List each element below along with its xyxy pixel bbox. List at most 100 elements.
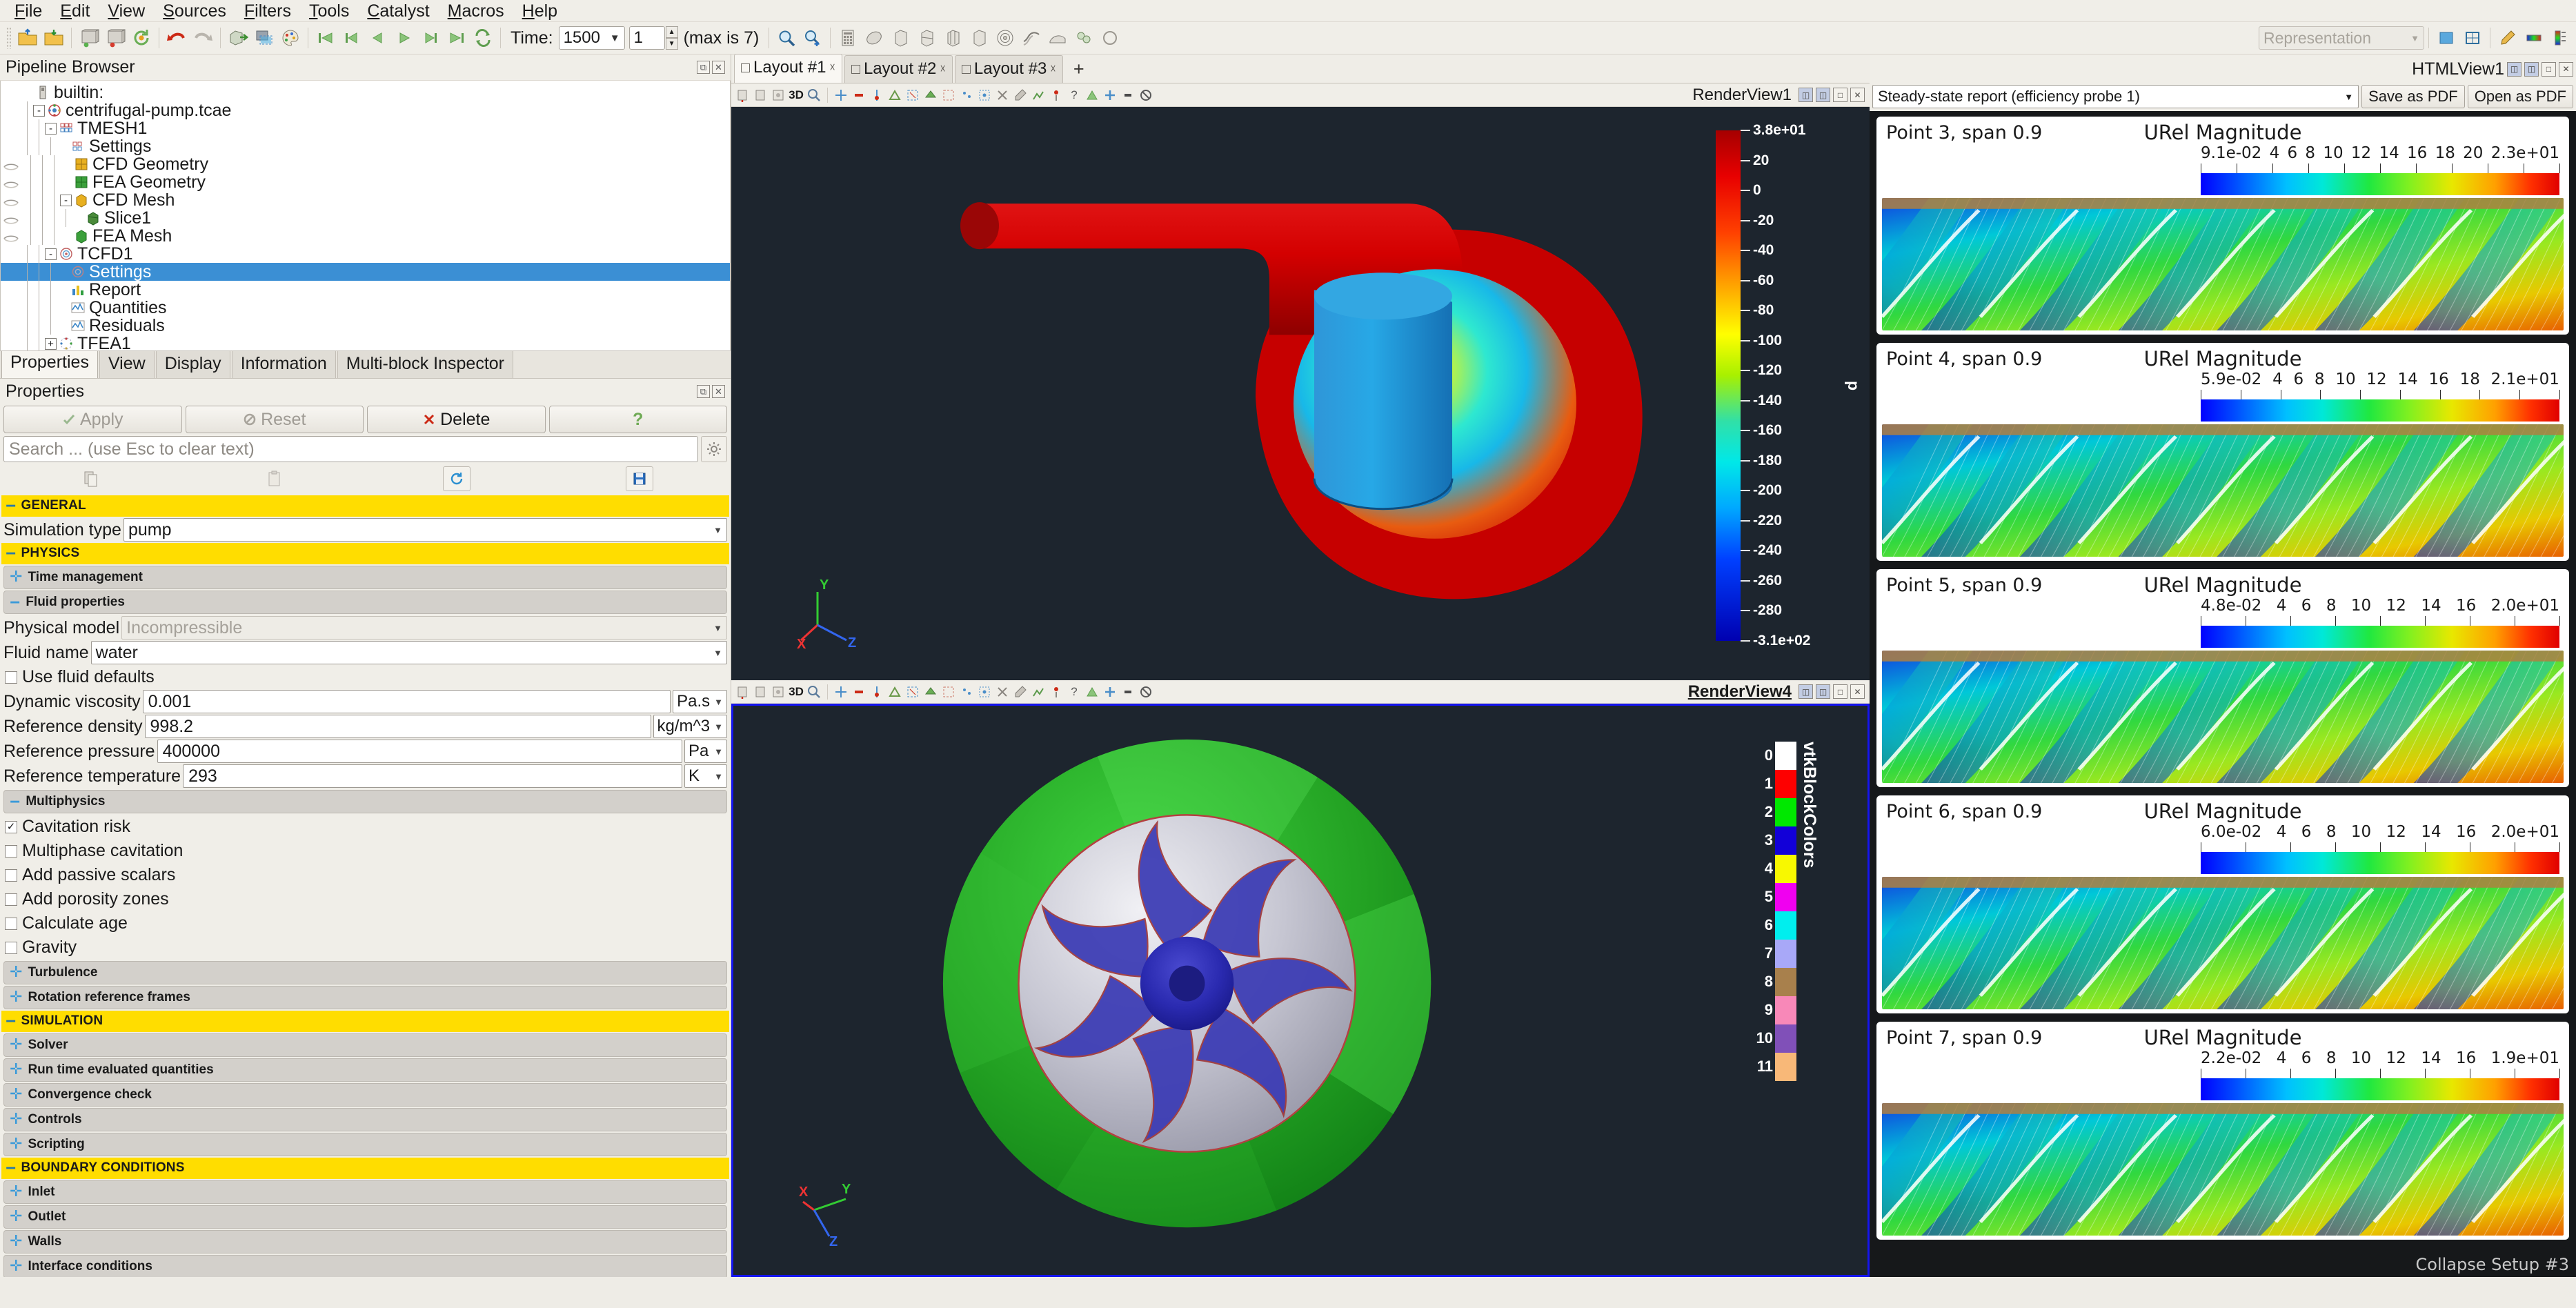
expand-icon[interactable]: ✛ <box>10 965 22 981</box>
subsection-turbulence[interactable]: ✛ Turbulence <box>3 961 727 984</box>
visibility-toggle[interactable] <box>3 157 21 172</box>
contour-icon[interactable] <box>992 25 1018 51</box>
pipeline-item-residuals[interactable]: Residuals <box>1 316 730 335</box>
center-axes-icon[interactable] <box>832 683 850 701</box>
pipeline-item-tmesh1[interactable]: - TMESH1 <box>1 119 730 138</box>
frame-spin-arrows[interactable]: ▲ ▼ <box>665 26 678 50</box>
group-datasets-icon[interactable] <box>1071 25 1097 51</box>
pressure-color-legend[interactable]: 3.8e+01 20 0 -20 -40 -60 -80 -100 -120 -140 -160 -1… <box>1716 122 1863 648</box>
close-icon[interactable]: ☓ <box>940 62 946 76</box>
disconnect-server-icon[interactable] <box>102 25 128 51</box>
screenshot-icon[interactable] <box>251 25 277 51</box>
maximize-view-icon[interactable]: □ <box>2542 61 2556 77</box>
time-combo[interactable]: 1500 ▼ <box>558 26 625 50</box>
maximize-view-icon[interactable]: □ <box>1833 88 1847 102</box>
simulation-type-combo[interactable]: pump ▼ <box>123 518 727 542</box>
add-layout-button[interactable]: + <box>1065 59 1093 83</box>
layout-tab-layout-2[interactable]: Layout #2 ☓ <box>844 55 953 83</box>
collapse-icon[interactable]: ‒ <box>10 595 20 611</box>
camera-reset-icon[interactable] <box>733 683 751 701</box>
undo-icon[interactable] <box>164 25 190 51</box>
shrink-selection-icon[interactable] <box>1119 683 1137 701</box>
checkbox-row-use-fluid-defaults[interactable]: Use fluid defaults <box>1 665 729 689</box>
pipeline-browser[interactable]: builtin: - centrifugal-pump.tcae - TMESH1 Set… <box>0 81 731 351</box>
loop-icon[interactable] <box>470 25 496 51</box>
next-frame-icon[interactable] <box>417 25 444 51</box>
menu-help[interactable]: Help <box>513 0 566 22</box>
split-horizontal-icon[interactable]: ◫ <box>1799 684 1813 699</box>
extract-subset-icon[interactable] <box>966 25 992 51</box>
collapse-toggle-icon[interactable]: ‒ <box>6 498 17 514</box>
split-vertical-icon[interactable]: ◫ <box>1816 88 1830 102</box>
expand-icon[interactable]: ✛ <box>10 1087 22 1103</box>
clear-selection-icon[interactable] <box>993 86 1011 104</box>
delete-button[interactable]: Delete <box>367 406 546 433</box>
visibility-toggle[interactable] <box>3 210 21 226</box>
first-frame-icon[interactable] <box>313 25 339 51</box>
menu-filters[interactable]: Filters <box>235 0 300 22</box>
checkbox-row-add-passive-scalars[interactable]: Add passive scalars <box>1 863 729 887</box>
menu-sources[interactable]: Sources <box>154 0 235 22</box>
camera-reset-icon[interactable] <box>733 86 751 104</box>
subsection-outlet[interactable]: ✛ Outlet <box>3 1205 727 1229</box>
split-horizontal-icon[interactable]: ◫ <box>2507 61 2521 77</box>
pipeline-item-settings[interactable]: Settings <box>1 262 730 281</box>
expand-icon[interactable]: ✛ <box>10 570 22 586</box>
close-view-icon[interactable]: ✕ <box>1850 684 1865 699</box>
expand-icon[interactable]: ✛ <box>10 1209 22 1225</box>
warp-icon[interactable] <box>1044 25 1071 51</box>
fluid-name-combo[interactable]: water ▼ <box>90 641 727 664</box>
split-vertical-icon[interactable]: ◫ <box>2524 61 2539 77</box>
show-center-icon[interactable] <box>850 683 868 701</box>
select-block-icon[interactable] <box>940 683 958 701</box>
checkbox-row-cavitation-risk[interactable]: ✓ Cavitation risk <box>1 815 729 839</box>
show-color-legend-icon[interactable] <box>2547 25 2573 51</box>
checkbox-row-gravity[interactable]: Gravity <box>1 935 729 960</box>
pipeline-item-centrifugal-pump-tcae[interactable]: - centrifugal-pump.tcae <box>1 101 730 120</box>
properties-search-input[interactable]: Search ... (use Esc to clear text) <box>3 436 698 462</box>
pipeline-item-fea-geometry[interactable]: FEA Geometry <box>1 172 730 192</box>
subsection-run-time-evaluated-quantities[interactable]: ✛ Run time evaluated quantities <box>3 1058 727 1082</box>
section-header-physics[interactable]: ‒ PHYSICS <box>1 543 729 564</box>
subsection-convergence-check[interactable]: ✛ Convergence check <box>3 1083 727 1107</box>
layout-tab-layout-3[interactable]: Layout #3 ☓ <box>954 55 1063 83</box>
collapse-toggle-icon[interactable]: ‒ <box>6 1013 17 1029</box>
play-backward-icon[interactable] <box>365 25 391 51</box>
surface-repr-icon[interactable] <box>2433 25 2459 51</box>
find-data-icon[interactable] <box>1047 86 1065 104</box>
interactive-select-icon[interactable] <box>975 683 993 701</box>
subsection-scripting[interactable]: ✛ Scripting <box>3 1133 727 1156</box>
last-frame-icon[interactable] <box>444 25 470 51</box>
apply-button[interactable]: Apply <box>3 406 182 433</box>
pipeline-item-cfd-mesh[interactable]: - CFD Mesh <box>1 190 730 210</box>
tab-properties[interactable]: Properties <box>1 348 98 378</box>
color-palette-icon[interactable] <box>277 25 304 51</box>
close-dock-icon[interactable]: ✕ <box>712 385 725 398</box>
save-as-defaults-icon[interactable] <box>625 466 653 491</box>
center-axes-icon[interactable] <box>832 86 850 104</box>
menu-catalyst[interactable]: Catalyst <box>358 0 438 22</box>
help-view-icon[interactable]: ? <box>1065 683 1083 701</box>
find-data-icon[interactable] <box>1047 683 1065 701</box>
collapse-icon[interactable]: ‒ <box>10 794 20 810</box>
pipeline-item-tcfd1[interactable]: - TCFD1 <box>1 244 730 264</box>
close-dock-icon[interactable]: ✕ <box>712 61 725 74</box>
reference-temperature-unit-select[interactable]: K ▼ <box>684 764 727 788</box>
cavitation-risk-checkbox[interactable]: ✓ <box>5 820 17 833</box>
paste-properties-icon[interactable] <box>260 466 288 491</box>
subsection-multiphysics[interactable]: ‒ Multiphysics <box>3 790 727 813</box>
edit-selection-icon[interactable] <box>1011 683 1029 701</box>
plot-selection-icon[interactable] <box>1029 683 1047 701</box>
collapse-toggle-icon[interactable]: ‒ <box>6 546 17 562</box>
restore-defaults-icon[interactable] <box>442 466 470 491</box>
frame-spinbox[interactable]: 1 <box>628 26 665 50</box>
extract-block-icon[interactable] <box>225 25 251 51</box>
reference-temperature-input[interactable]: 293 <box>183 764 682 788</box>
multiphase-cavitation-checkbox[interactable] <box>5 844 17 858</box>
hover-points-icon[interactable] <box>958 86 975 104</box>
show-center-icon[interactable] <box>850 86 868 104</box>
report-scroll-area[interactable]: Point 3, span 0.9 URel Magnitude 9.1e-02… <box>1870 111 2576 1277</box>
visibility-toggle[interactable] <box>3 228 21 244</box>
streamline-icon[interactable] <box>1018 25 1044 51</box>
camera-y-icon[interactable] <box>769 86 787 104</box>
